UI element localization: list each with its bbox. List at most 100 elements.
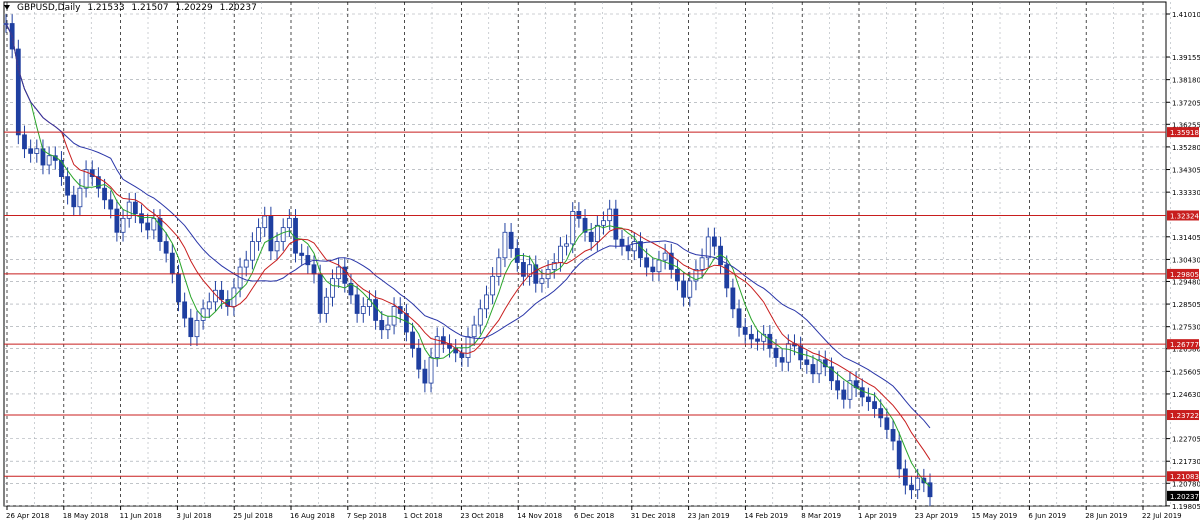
candle-body xyxy=(687,280,693,298)
candle-body xyxy=(804,359,810,365)
candle-body xyxy=(662,252,668,261)
x-tick-label: 18 May 2018 xyxy=(63,512,109,520)
candle-body xyxy=(200,308,206,321)
x-tick-label: 14 Feb 2019 xyxy=(744,512,788,520)
candle-body xyxy=(120,217,126,233)
candle-body xyxy=(459,352,465,358)
candle-body xyxy=(194,320,200,338)
candle-body xyxy=(422,368,428,384)
close-value: 1.20237 xyxy=(219,3,257,13)
candle-body xyxy=(46,155,52,166)
candle-body xyxy=(169,252,175,275)
x-tick-label: 22 Jul 2019 xyxy=(1142,512,1182,520)
candle-body xyxy=(391,306,397,326)
candle-body xyxy=(601,220,606,226)
candle-body xyxy=(243,259,249,268)
y-tick-label: 1.24630 xyxy=(1172,391,1200,399)
candle-body xyxy=(909,484,914,491)
candle-body xyxy=(681,280,686,298)
x-tick-label: 6 Jun 2019 xyxy=(1028,512,1066,520)
y-tick-label: 1.37205 xyxy=(1172,99,1200,107)
level-label: 1.29805 xyxy=(1170,271,1199,279)
candle-body xyxy=(114,208,120,233)
candle-body xyxy=(779,357,785,363)
high-value: 1.21507 xyxy=(131,3,169,13)
candle-body xyxy=(71,194,77,208)
low-value: 1.20229 xyxy=(175,3,213,13)
x-tick-label: 23 Oct 2018 xyxy=(460,512,503,520)
candle-body xyxy=(619,238,625,247)
chart-container: 1.41010 1.39155 1.38180 1.37205 1.36255 1.352… xyxy=(0,0,1200,523)
candle-body xyxy=(360,306,366,314)
candle-body xyxy=(317,273,323,314)
price-chart[interactable]: 1.410101.391551.381801.372051.362551.352… xyxy=(0,0,1200,523)
candle-body xyxy=(145,222,151,231)
dropdown-arrow-icon[interactable] xyxy=(4,5,10,10)
y-tick-label: 1.35280 xyxy=(1172,144,1200,152)
candle-body xyxy=(477,308,483,326)
candle-body xyxy=(34,148,40,154)
x-tick-label: 8 Mar 2019 xyxy=(801,512,841,520)
y-tick-label: 1.34305 xyxy=(1172,167,1200,175)
candle-body xyxy=(293,217,298,254)
x-tick-label: 1 Apr 2019 xyxy=(858,512,897,520)
y-tick-label: 1.19805 xyxy=(1172,503,1200,511)
candle-body xyxy=(311,264,317,275)
y-tick-label: 1.30430 xyxy=(1172,256,1200,264)
y-tick-label: 1.31405 xyxy=(1172,234,1200,242)
candle-body xyxy=(440,336,446,345)
x-tick-label: 3 Jul 2018 xyxy=(176,512,211,520)
symbol-label: GBPUSD,Daily xyxy=(17,3,81,13)
candle-body xyxy=(262,215,268,229)
x-tick-label: 16 Aug 2018 xyxy=(290,512,335,520)
y-tick-label: 1.28505 xyxy=(1172,301,1200,309)
candle-body xyxy=(65,176,70,196)
candle-body xyxy=(428,357,434,384)
candle-body xyxy=(675,268,680,282)
candle-body xyxy=(108,199,114,210)
candle-body xyxy=(22,134,27,150)
candle-body xyxy=(631,241,637,252)
candle-body xyxy=(872,401,877,409)
candle-body xyxy=(176,273,181,303)
candle-body xyxy=(564,243,569,247)
candle-body xyxy=(773,347,779,358)
candle-body xyxy=(163,241,169,254)
level-label: 1.21083 xyxy=(1170,473,1199,481)
y-tick-label: 1.21730 xyxy=(1172,458,1200,466)
candle-body xyxy=(859,387,865,398)
plot-frame xyxy=(3,1,1167,507)
candle-body xyxy=(656,259,662,273)
candle-body xyxy=(182,301,188,319)
candle-body xyxy=(268,215,274,252)
ma-fast-line xyxy=(5,23,931,487)
candle-body xyxy=(323,296,329,314)
candle-body xyxy=(416,347,422,370)
y-tick-label: 1.27530 xyxy=(1172,324,1200,332)
candle-body xyxy=(878,408,884,419)
candle-body xyxy=(594,224,600,242)
candle-body xyxy=(336,266,342,280)
candle-body xyxy=(206,301,212,310)
x-tick-label: 31 Dec 2018 xyxy=(631,512,676,520)
candle-body xyxy=(379,320,385,331)
candle-body xyxy=(841,389,847,400)
ma-mid-line xyxy=(5,23,931,461)
candle-body xyxy=(286,217,292,229)
candle-body xyxy=(755,338,760,342)
candle-body xyxy=(866,396,871,403)
candle-body xyxy=(613,208,619,240)
y-tick-label: 1.25605 xyxy=(1172,368,1200,376)
candle-body xyxy=(157,217,163,242)
candle-body xyxy=(373,299,379,321)
candle-body xyxy=(896,440,902,470)
x-tick-label: 14 Nov 2018 xyxy=(517,512,562,520)
candle-body xyxy=(490,275,496,296)
y-tick-label: 1.20780 xyxy=(1172,480,1200,488)
chart-header: GBPUSD,Daily 1.21533 1.21507 1.20229 1.2… xyxy=(4,3,257,13)
candle-body xyxy=(890,429,896,442)
candle-body xyxy=(607,208,613,222)
y-tick-label: 1.39155 xyxy=(1172,54,1200,62)
candle-body xyxy=(502,231,508,259)
x-tick-label: 7 Sep 2018 xyxy=(347,512,387,520)
